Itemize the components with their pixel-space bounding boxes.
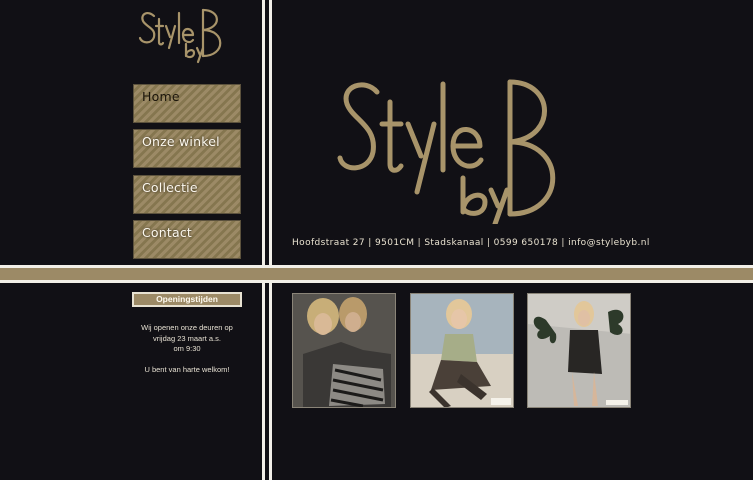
small-logo[interactable] — [136, 4, 236, 64]
nav-contact-label: Contact — [142, 225, 193, 240]
photo-woman-palm-leaves-icon — [528, 294, 630, 407]
gallery-photo-3[interactable] — [527, 293, 631, 408]
opening-line-1: Wij openen onze deuren op — [141, 323, 233, 332]
address-line: Hoofdstraat 27 | 9501CM | Stadskanaal | … — [292, 238, 650, 248]
vertical-divider-right-lower — [269, 283, 272, 480]
nav-onze-winkel[interactable]: Onze winkel — [133, 129, 241, 168]
gallery-photo-2[interactable] — [410, 293, 514, 408]
horizontal-divider-bottom — [0, 280, 753, 283]
gallery-photo-1[interactable] — [292, 293, 396, 408]
nav-home[interactable]: Home — [133, 84, 241, 123]
opening-line-3: om 9:30 — [173, 344, 201, 353]
nav-contact[interactable]: Contact — [133, 220, 241, 259]
nav-home-label: Home — [142, 89, 180, 104]
vertical-divider-left — [262, 0, 265, 268]
welcome-text: U bent van harte welkom! — [144, 364, 230, 374]
main-logo — [337, 79, 556, 224]
opening-hours-text: Wij openen onze deuren op vrijdag 23 maa… — [130, 323, 244, 375]
horizontal-divider-gold — [0, 268, 753, 280]
vertical-divider-left-lower — [262, 283, 265, 480]
opening-hours-header: Openingstijden — [132, 292, 242, 307]
photo-woman-zebra-dress-icon — [293, 294, 395, 407]
vertical-divider-right — [269, 0, 272, 268]
nav-collectie-label: Collectie — [142, 180, 198, 195]
nav-collectie[interactable]: Collectie — [133, 175, 241, 214]
photo-woman-sitting-icon — [411, 294, 513, 407]
opening-line-2: vrijdag 23 maart a.s. — [153, 333, 221, 343]
nav-onze-winkel-label: Onze winkel — [142, 134, 220, 149]
